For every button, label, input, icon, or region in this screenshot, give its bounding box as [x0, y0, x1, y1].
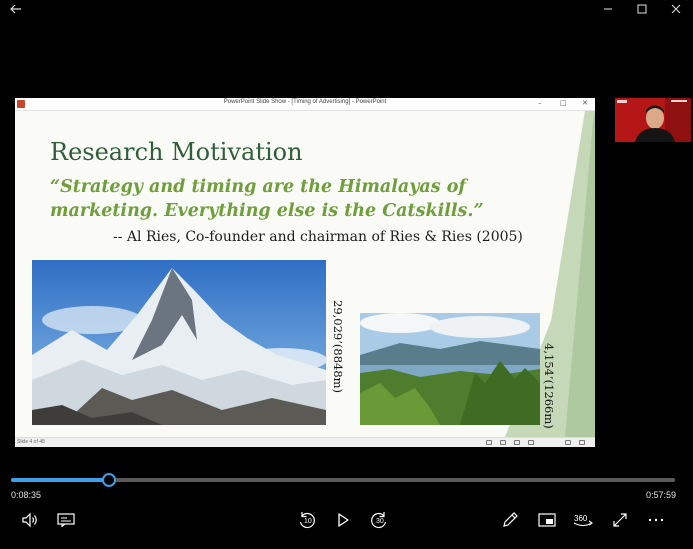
play-icon: [338, 513, 349, 527]
fullscreen-icon: [613, 513, 627, 527]
captions-icon: [57, 513, 75, 527]
volume-icon: [22, 512, 37, 528]
more-options-button[interactable]: [643, 509, 669, 531]
zoom-icon: [579, 440, 585, 445]
slide-attribution: -- Al Ries, Co-founder and chairman of R…: [113, 229, 523, 245]
slide-heading: Research Motivation: [50, 138, 303, 166]
more-options-icon: [648, 518, 664, 522]
total-time: 0:57:59: [646, 490, 677, 500]
fullscreen-button[interactable]: [607, 509, 633, 531]
slide-sorter-icon: [500, 440, 506, 445]
close-icon[interactable]: [660, 0, 692, 18]
normal-view-icon: [486, 440, 492, 445]
360-view-button[interactable]: 360: [570, 509, 596, 531]
slide-quote: “Strategy and timing are the Himalayas o…: [50, 177, 484, 221]
mini-view-icon: [538, 513, 556, 527]
skip-back-label: 10: [304, 518, 312, 525]
skip-forward-button[interactable]: 30: [366, 509, 392, 531]
catskills-photo: [360, 313, 540, 425]
edit-button[interactable]: [497, 509, 523, 531]
volume-button[interactable]: [17, 509, 43, 531]
edit-pen-icon: [503, 512, 518, 527]
zoom-fit-icon: [565, 440, 571, 445]
slideshow-view-icon: [528, 440, 534, 445]
himalaya-photo: [32, 260, 326, 425]
play-button[interactable]: [330, 509, 356, 531]
slide-window-titlebar: PowerPoint Slide Show - [Timing of Adver…: [15, 98, 595, 111]
slide-window-maximize-icon: □: [560, 99, 567, 107]
presenter-webcam: [615, 98, 691, 142]
shared-slide-window: PowerPoint Slide Show - [Timing of Adver…: [15, 98, 595, 447]
slide-window-title: PowerPoint Slide Show - [Timing of Adver…: [223, 99, 387, 105]
minimize-icon[interactable]: [592, 0, 624, 18]
title-bar: [0, 0, 693, 18]
maximize-icon[interactable]: [626, 0, 658, 18]
slide-window-close-icon: ✕: [582, 99, 588, 107]
seek-thumb[interactable]: [102, 473, 117, 487]
reading-view-icon: [514, 440, 520, 445]
captions-button[interactable]: [53, 509, 79, 531]
catskills-height-label: 4,154’(1266m): [542, 343, 556, 429]
slide-statusbar: Slide 4 of 48: [15, 437, 595, 447]
svg-text:360: 360: [574, 514, 588, 523]
current-time: 0:08:35: [11, 490, 42, 500]
back-arrow-icon[interactable]: [0, 0, 32, 18]
360-view-icon: 360: [573, 514, 593, 527]
slide-counter: Slide 4 of 48: [17, 439, 45, 445]
skip-forward-label: 30: [376, 518, 384, 525]
seek-progress: [11, 478, 110, 482]
slide-window-minimize-icon: –: [538, 99, 542, 107]
himalaya-height-label: 29,029’(8848m): [331, 300, 345, 394]
mini-view-button[interactable]: [534, 509, 560, 531]
skip-back-button[interactable]: 10: [294, 509, 320, 531]
slide: Research Motivation “Strategy and timing…: [15, 111, 595, 437]
